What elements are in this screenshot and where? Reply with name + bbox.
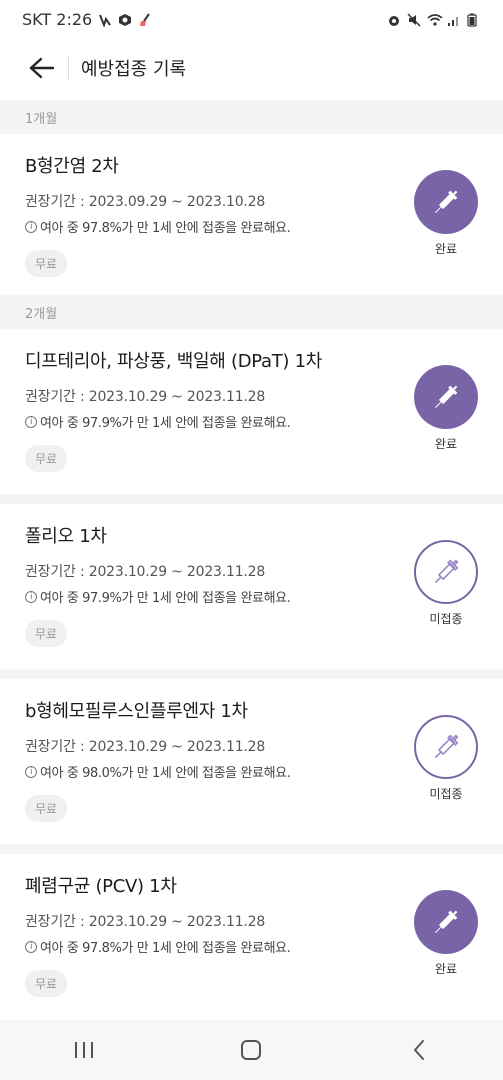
status-label: 미접종 — [429, 787, 463, 801]
free-badge: 무료 — [25, 795, 68, 822]
status-right — [387, 12, 481, 27]
vaccine-period: 권장기간 : 2023.10.29 ~ 2023.11.28 — [25, 564, 266, 580]
info-icon: i — [25, 765, 37, 778]
info-icon: i — [25, 940, 37, 953]
header-divider — [68, 56, 69, 80]
syringe-filled-icon — [435, 910, 458, 933]
vaccine-note-text: 여아 중 97.9%가 만 1세 안에 접종을 완료해요. — [40, 416, 291, 431]
syringe-outline-icon — [434, 734, 459, 759]
vaccine-card[interactable]: 폐렴구균 (PCV) 1차 권장기간 : 2023.10.29 ~ 2023.1… — [0, 854, 503, 1019]
home-icon — [241, 1040, 262, 1060]
system-back-button[interactable] — [389, 1028, 449, 1072]
vaccine-note: i 여아 중 97.9%가 만 1세 안에 접종을 완료해요. — [25, 412, 478, 431]
back-button[interactable] — [24, 51, 58, 85]
signal-icon — [447, 12, 461, 26]
vaccine-note-text: 여아 중 97.9%가 만 1세 안에 접종을 완료해요. — [40, 591, 291, 606]
vaccine-note-text: 여아 중 97.8%가 만 1세 안에 접종을 완료해요. — [40, 221, 291, 236]
vaccine-period: 권장기간 : 2023.10.29 ~ 2023.11.28 — [25, 389, 266, 405]
info-icon: i — [25, 415, 37, 428]
syringe-filled-icon — [435, 190, 458, 213]
vaccine-note-text: 여아 중 97.8%가 만 1세 안에 접종을 완료해요. — [40, 941, 291, 956]
free-badge: 무료 — [25, 620, 68, 647]
section-header-1month: 1개월 — [0, 100, 503, 134]
syringe-filled-icon — [435, 385, 458, 408]
status-label: 완료 — [434, 437, 458, 451]
vaccine-card[interactable]: 디프테리아, 파상풍, 백일해 (DPaT) 1차 권장기간 : 2023.10… — [0, 329, 503, 494]
syringe-outline-icon — [434, 559, 459, 584]
card-divider — [0, 494, 503, 504]
vaccine-note-text: 여아 중 98.0%가 만 1세 안에 접종을 완료해요. — [40, 766, 291, 781]
card-divider — [0, 844, 503, 854]
status-label: 미접종 — [429, 612, 463, 626]
battery-icon — [467, 12, 481, 27]
vaccine-title: b형헤모필루스인플루엔자 1차 — [25, 701, 248, 722]
status-toggle-button[interactable] — [414, 170, 478, 234]
cleaner-icon — [138, 12, 152, 26]
vaccine-title: 디프테리아, 파상풍, 백일해 (DPaT) 1차 — [25, 351, 322, 372]
vaccine-status: 완료 — [414, 890, 478, 977]
vaccine-note: i 여아 중 97.9%가 만 1세 안에 접종을 완료해요. — [25, 587, 478, 606]
app-header: 예방접종 기록 — [0, 38, 503, 98]
vaccine-period: 권장기간 : 2023.10.29 ~ 2023.11.28 — [25, 914, 266, 930]
vaccine-note: i 여아 중 97.8%가 만 1세 안에 접종을 완료해요. — [25, 217, 478, 236]
vaccine-title: 폐렴구균 (PCV) 1차 — [25, 876, 177, 897]
recent-apps-icon — [74, 1042, 93, 1058]
vaccine-status: 미접종 — [414, 540, 478, 627]
info-icon: i — [25, 220, 37, 233]
free-badge: 무료 — [25, 445, 68, 472]
vaccine-title: B형간염 2차 — [25, 156, 119, 177]
status-left: SKT 2:26 — [22, 10, 152, 29]
vaccine-status: 미접종 — [414, 715, 478, 802]
vaccine-note: i 여아 중 97.8%가 만 1세 안에 접종을 완료해요. — [25, 937, 478, 956]
section-header-2month: 2개월 — [0, 295, 503, 329]
home-button[interactable] — [221, 1028, 281, 1072]
status-toggle-button[interactable] — [414, 540, 478, 604]
vaccine-card[interactable]: b형헤모필루스인플루엔자 1차 권장기간 : 2023.10.29 ~ 2023… — [0, 679, 503, 844]
chevron-left-icon — [414, 1040, 425, 1060]
card-divider — [0, 669, 503, 679]
carrier-time: SKT 2:26 — [22, 9, 93, 29]
vaccine-card[interactable]: B형간염 2차 권장기간 : 2023.09.29 ~ 2023.10.28 i… — [0, 134, 503, 295]
free-badge: 무료 — [25, 250, 68, 277]
app-notification-icon — [98, 12, 112, 28]
alarm-icon — [387, 12, 401, 26]
free-badge: 무료 — [25, 970, 68, 997]
recent-apps-button[interactable] — [54, 1028, 114, 1072]
vaccine-card[interactable]: 폴리오 1차 권장기간 : 2023.10.29 ~ 2023.11.28 i … — [0, 504, 503, 669]
status-toggle-button[interactable] — [414, 890, 478, 954]
wifi-icon — [427, 12, 443, 26]
status-label: 완료 — [434, 962, 458, 976]
status-toggle-button[interactable] — [414, 365, 478, 429]
vaccine-period: 권장기간 : 2023.09.29 ~ 2023.10.28 — [25, 194, 266, 210]
vaccine-note: i 여아 중 98.0%가 만 1세 안에 접종을 완료해요. — [25, 762, 478, 781]
back-arrow-icon — [29, 57, 55, 79]
page-title: 예방접종 기록 — [81, 59, 187, 80]
status-label: 완료 — [434, 242, 458, 256]
status-bar: SKT 2:26 — [0, 0, 503, 38]
mute-icon — [407, 12, 421, 27]
system-nav-bar — [0, 1020, 503, 1080]
vaccination-list[interactable]: 1개월 B형간염 2차 권장기간 : 2023.09.29 ~ 2023.10.… — [0, 100, 503, 1020]
vaccine-period: 권장기간 : 2023.10.29 ~ 2023.11.28 — [25, 739, 266, 755]
vaccine-status: 완료 — [414, 170, 478, 257]
vaccine-title: 폴리오 1차 — [25, 526, 107, 547]
status-toggle-button[interactable] — [414, 715, 478, 779]
hexagon-app-icon — [118, 12, 132, 26]
info-icon: i — [25, 590, 37, 603]
vaccine-status: 완료 — [414, 365, 478, 452]
